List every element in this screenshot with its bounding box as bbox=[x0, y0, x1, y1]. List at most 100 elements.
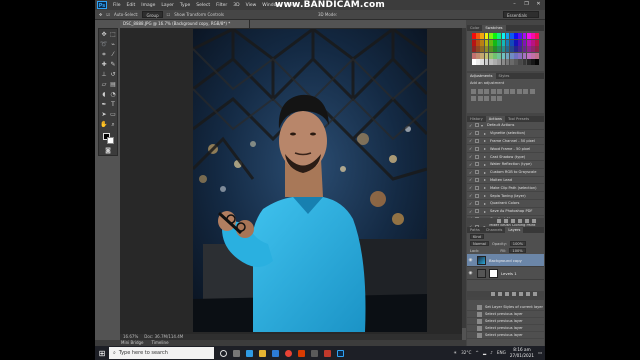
color-swatch[interactable] bbox=[522, 52, 527, 59]
color-swatch[interactable] bbox=[535, 33, 539, 39]
tab-history[interactable]: History bbox=[467, 116, 486, 122]
dialog-toggle-icon[interactable] bbox=[475, 123, 479, 128]
history-item[interactable]: Select previous layer bbox=[467, 311, 544, 318]
crop-tool-icon[interactable]: ⌗ bbox=[100, 51, 108, 59]
color-swatch[interactable] bbox=[497, 59, 502, 65]
curves-icon[interactable] bbox=[484, 89, 489, 94]
expand-arrow-icon[interactable]: ▸ bbox=[484, 209, 488, 214]
move-tool-icon[interactable]: ✥ bbox=[99, 12, 102, 17]
workspace-dropdown[interactable]: Essentials bbox=[503, 11, 539, 18]
menu-filter[interactable]: Filter bbox=[213, 3, 230, 8]
color-swatch[interactable] bbox=[518, 52, 523, 59]
color-swatch[interactable] bbox=[535, 39, 539, 46]
record-icon[interactable] bbox=[504, 219, 508, 223]
color-swatch[interactable] bbox=[472, 46, 476, 52]
color-swatch[interactable] bbox=[476, 33, 480, 39]
blur-tool-icon[interactable]: ◖ bbox=[100, 91, 108, 99]
file-explorer-icon[interactable] bbox=[259, 349, 266, 357]
color-swatch[interactable] bbox=[522, 39, 527, 46]
action-row[interactable]: ✓ ▸ Make Clip Path (selection) bbox=[467, 184, 544, 193]
color-swatch[interactable] bbox=[514, 39, 518, 46]
trash-icon[interactable] bbox=[533, 292, 537, 296]
network-icon[interactable]: ▂ bbox=[483, 350, 486, 355]
history-brush-icon[interactable]: ↺ bbox=[109, 71, 117, 79]
action-checkmark-icon[interactable]: ✓ bbox=[469, 209, 474, 214]
expand-arrow-icon[interactable]: ▸ bbox=[484, 177, 488, 182]
clone-stamp-icon[interactable]: ⊥ bbox=[100, 71, 108, 79]
color-swatch[interactable] bbox=[501, 33, 506, 39]
dialog-toggle-icon[interactable] bbox=[475, 131, 479, 136]
color-swatch[interactable] bbox=[505, 33, 510, 39]
expand-arrow-icon[interactable]: ▸ bbox=[484, 185, 488, 190]
expand-arrow-icon[interactable]: ▸ bbox=[484, 201, 488, 206]
adjustment-icon[interactable] bbox=[512, 292, 516, 296]
color-swatch[interactable] bbox=[526, 46, 531, 52]
color-swatch[interactable] bbox=[535, 46, 539, 52]
zoom-tool-icon[interactable]: ⌕ bbox=[109, 121, 117, 129]
action-row[interactable]: ✓ ▸ Water Reflection (type) bbox=[467, 161, 544, 169]
dodge-tool-icon[interactable]: ◔ bbox=[109, 91, 117, 99]
color-swatch[interactable] bbox=[509, 46, 514, 52]
path-select-icon[interactable]: ➤ bbox=[100, 111, 108, 119]
color-swatch[interactable] bbox=[518, 39, 523, 46]
chrome-icon[interactable] bbox=[285, 349, 292, 357]
color-swatch[interactable] bbox=[509, 59, 514, 65]
color-swatch[interactable] bbox=[497, 39, 502, 46]
menu-select[interactable]: Select bbox=[193, 3, 213, 8]
weather-icon[interactable]: ☀ bbox=[453, 350, 457, 355]
color-swatch[interactable] bbox=[488, 59, 493, 65]
action-checkmark-icon[interactable]: ✓ bbox=[469, 185, 474, 190]
blend-mode-dropdown[interactable]: Normal bbox=[470, 241, 490, 246]
color-swatch[interactable] bbox=[509, 52, 514, 59]
action-row[interactable]: ✓ ▸ Frame Channel - 50 pixel bbox=[467, 138, 544, 146]
color-swatch[interactable] bbox=[535, 59, 539, 65]
color-swatch[interactable] bbox=[522, 59, 527, 65]
maximize-button[interactable]: ❐ bbox=[522, 1, 531, 8]
color-swatch[interactable] bbox=[484, 59, 489, 65]
vibrance-icon[interactable] bbox=[497, 89, 502, 94]
tab-color[interactable]: Color bbox=[467, 25, 482, 31]
color-swatch[interactable] bbox=[526, 33, 531, 39]
history-item[interactable]: Select previous layer bbox=[467, 325, 544, 332]
color-swatch[interactable] bbox=[531, 46, 535, 52]
color-swatch[interactable] bbox=[531, 33, 535, 39]
color-swatch[interactable] bbox=[488, 33, 493, 39]
action-row[interactable]: ✓ ▸ Molten Lead bbox=[467, 177, 544, 185]
eyedropper-tool-icon[interactable]: ⁄ bbox=[109, 51, 117, 59]
color-swatch[interactable] bbox=[484, 39, 489, 46]
tab-paths[interactable]: Paths bbox=[467, 227, 483, 233]
color-swatch[interactable] bbox=[480, 39, 485, 46]
expand-arrow-icon[interactable]: ▸ bbox=[484, 170, 488, 175]
dialog-toggle-icon[interactable] bbox=[475, 170, 479, 175]
dialog-toggle-icon[interactable] bbox=[475, 138, 479, 143]
photo-canvas[interactable] bbox=[193, 29, 427, 332]
color-balance-icon[interactable] bbox=[510, 89, 515, 94]
mask-icon[interactable] bbox=[505, 292, 509, 296]
history-item[interactable]: Set Layer Styles of current layer bbox=[467, 304, 544, 311]
hand-tool-icon[interactable]: ✋ bbox=[100, 121, 108, 129]
new-action-icon[interactable] bbox=[525, 219, 529, 223]
levels-icon[interactable] bbox=[477, 89, 483, 94]
black-white-icon[interactable] bbox=[516, 89, 522, 94]
minimize-button[interactable]: – bbox=[510, 1, 519, 8]
tab-tool-presets[interactable]: Tool Presets bbox=[505, 116, 532, 122]
healing-brush-icon[interactable]: ✚ bbox=[100, 61, 108, 69]
move-tool-icon[interactable]: ✥ bbox=[100, 31, 108, 39]
color-swatch[interactable] bbox=[476, 46, 480, 52]
menu-image[interactable]: Image bbox=[138, 3, 158, 8]
document-tab[interactable]: DSC_8888.JPG @ 16.7% (Background copy, R… bbox=[120, 20, 250, 28]
link-icon[interactable] bbox=[491, 292, 495, 296]
action-checkmark-icon[interactable]: ✓ bbox=[469, 123, 474, 128]
action-checkmark-icon[interactable]: ✓ bbox=[469, 138, 474, 143]
fill-field[interactable]: 100% bbox=[509, 248, 526, 253]
dialog-toggle-icon[interactable] bbox=[475, 162, 479, 167]
action-checkmark-icon[interactable]: ✓ bbox=[469, 162, 474, 167]
volume-icon[interactable]: ♪ bbox=[490, 350, 493, 355]
close-button[interactable]: ✕ bbox=[534, 1, 543, 8]
exposure-icon[interactable] bbox=[490, 89, 496, 94]
color-swatch[interactable] bbox=[526, 52, 531, 59]
tab-actions[interactable]: Actions bbox=[485, 116, 505, 122]
hue-saturation-icon[interactable] bbox=[503, 89, 509, 94]
notifications-icon[interactable]: ▭ bbox=[538, 350, 542, 355]
task-view-icon[interactable] bbox=[233, 349, 240, 357]
